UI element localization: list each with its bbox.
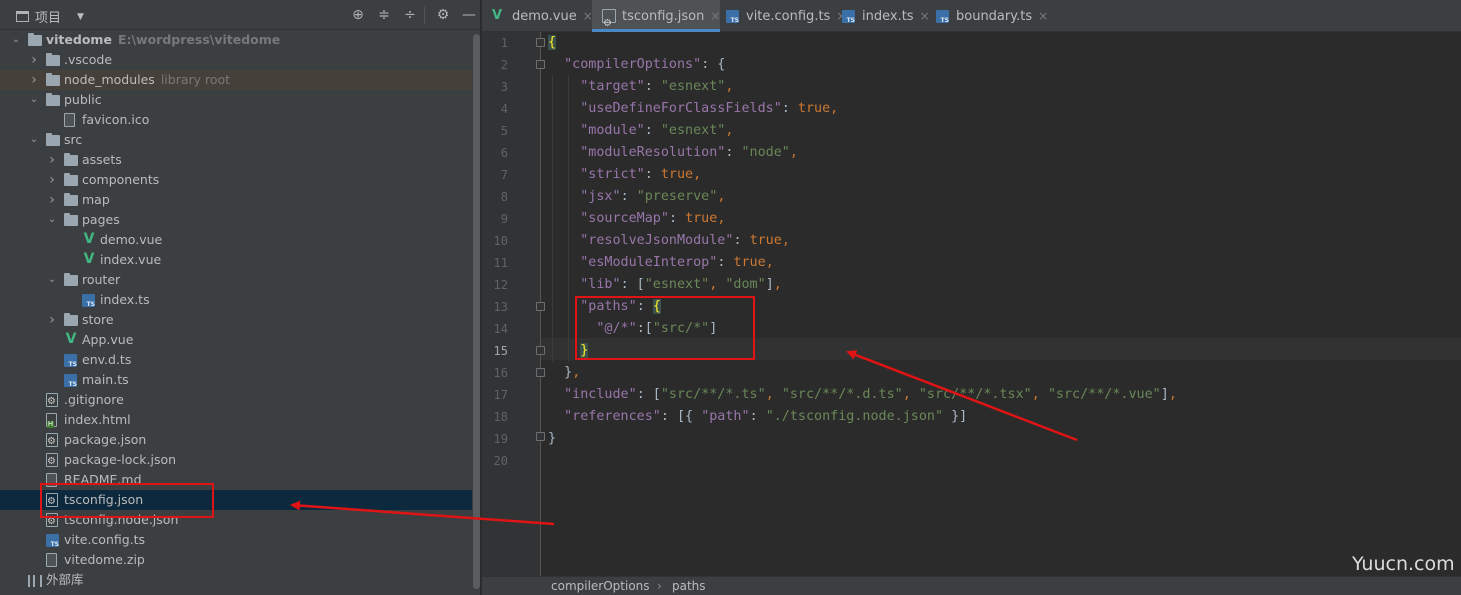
arrow-to-paths-block [846,350,1078,442]
watermark: Yuucn.com [1352,553,1455,575]
annotation-arrows [290,350,1078,526]
arrow-to-tsconfig-file [290,500,555,526]
